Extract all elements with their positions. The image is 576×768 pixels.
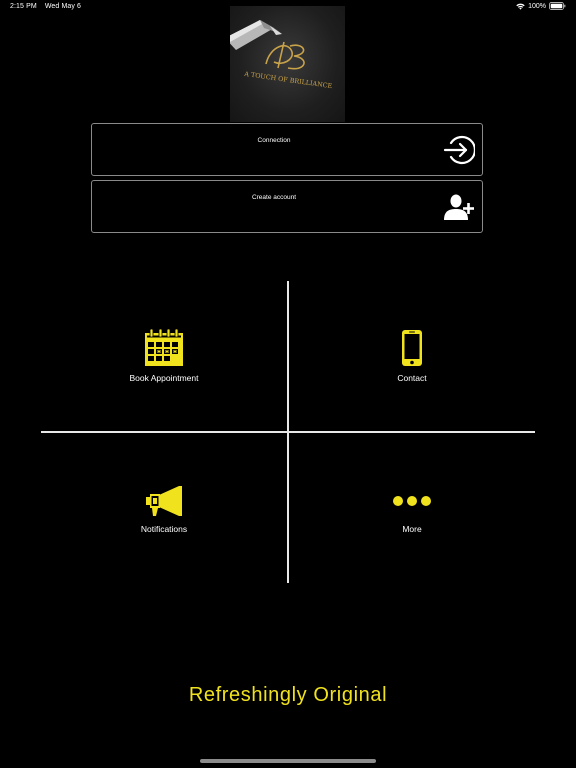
megaphone-icon bbox=[41, 485, 287, 517]
more-tile[interactable]: More bbox=[289, 433, 535, 583]
status-time-date: 2:15 PM Wed May 6 bbox=[10, 3, 81, 10]
status-indicators: 100% bbox=[516, 2, 566, 10]
create-account-button[interactable]: Create account bbox=[91, 180, 483, 233]
connection-button[interactable]: Connection bbox=[91, 123, 483, 176]
smartphone-icon bbox=[289, 329, 535, 367]
add-user-icon bbox=[443, 191, 475, 223]
login-arrow-icon bbox=[443, 134, 475, 166]
notifications-tile[interactable]: Notifications bbox=[41, 433, 287, 583]
pen-icon bbox=[230, 20, 282, 50]
connection-label: Connection bbox=[257, 137, 291, 144]
notifications-label: Notifications bbox=[140, 524, 188, 534]
battery-icon bbox=[549, 2, 566, 10]
battery-percentage: 100% bbox=[528, 2, 546, 10]
brand-logo: A TOUCH OF BRILLIANCE bbox=[230, 6, 345, 122]
status-date: Wed May 6 bbox=[44, 3, 82, 10]
contact-tile[interactable]: Contact bbox=[289, 281, 535, 431]
wifi-icon bbox=[516, 3, 525, 10]
contact-label: Contact bbox=[397, 373, 427, 383]
home-indicator[interactable] bbox=[200, 759, 376, 763]
tagline: Refreshingly Original bbox=[188, 684, 388, 706]
create-account-label: Create account bbox=[251, 194, 297, 201]
more-label: More bbox=[402, 524, 422, 534]
book-appointment-label: Book Appointment bbox=[129, 373, 199, 383]
calendar-icon bbox=[41, 329, 287, 367]
logo-text: A TOUCH OF BRILLIANCE bbox=[243, 70, 333, 90]
book-appointment-tile[interactable]: Book Appointment bbox=[41, 281, 287, 431]
more-dots-icon bbox=[289, 495, 535, 507]
status-time: 2:15 PM bbox=[10, 3, 37, 10]
